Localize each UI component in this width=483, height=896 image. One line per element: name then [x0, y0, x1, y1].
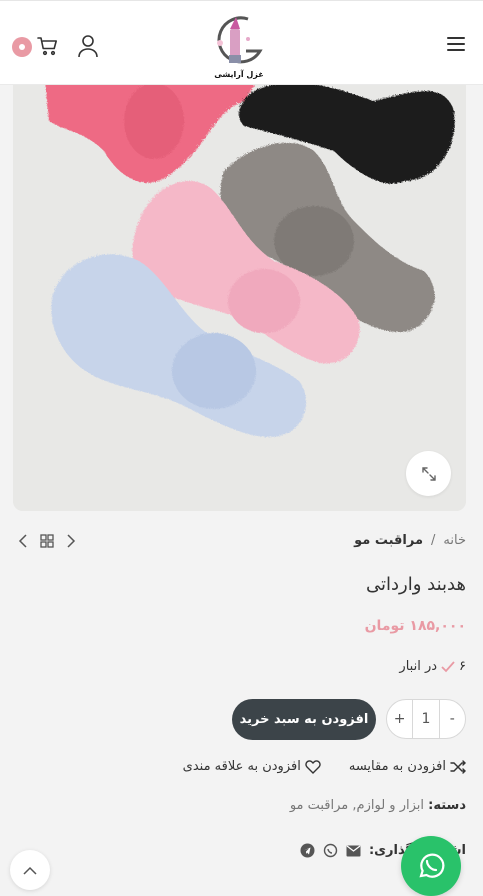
breadcrumb-current[interactable]: مراقبت مو [354, 533, 423, 548]
product-image[interactable] [13, 70, 466, 511]
check-icon [441, 660, 455, 672]
svg-text:غزل آرایشی: غزل آرایشی [214, 69, 264, 79]
breadcrumb-home[interactable]: خانه [443, 533, 466, 548]
heart-icon [305, 759, 321, 774]
product-actions: افزودن به مقایسه افزودن به علاقه مندی [183, 759, 466, 774]
add-to-cart-button[interactable]: افزودن به سبد خرید [232, 699, 376, 740]
zoom-image-button[interactable] [406, 451, 451, 496]
compare-label: افزودن به مقایسه [348, 759, 446, 774]
user-account-icon[interactable] [76, 33, 100, 59]
expand-icon [421, 466, 436, 481]
cart-count-badge[interactable] [12, 37, 32, 57]
site-header: غزل آرایشی [0, 0, 483, 85]
chevron-left-icon[interactable] [18, 534, 28, 548]
qty-minus-button[interactable]: - [440, 711, 465, 727]
email-icon[interactable] [346, 845, 361, 857]
categories-label: دسته: [428, 798, 466, 813]
whatsapp-chat-button[interactable] [401, 836, 461, 896]
stock-count: ۶ [459, 659, 466, 674]
shuffle-icon [450, 759, 466, 774]
chevron-right-icon[interactable] [66, 534, 76, 548]
breadcrumb-separator: / [431, 533, 436, 548]
wishlist-label: افزودن به علاقه مندی [182, 759, 301, 774]
stock-label: در انبار [399, 659, 438, 674]
stock-status: ۶ در انبار [399, 659, 466, 674]
whatsapp-share-icon[interactable] [323, 843, 338, 858]
whatsapp-icon [419, 853, 445, 878]
product-price: ۱۸۵,۰۰۰ تومان [364, 618, 466, 634]
grid-icon[interactable] [40, 534, 54, 548]
product-navigation [18, 534, 76, 548]
cart-icon[interactable] [36, 34, 60, 58]
quantity-stepper: + 1 - [386, 699, 466, 739]
product-categories: دسته: ابزار و لوازم, مراقبت مو [290, 798, 466, 813]
product-title: هدبند وارداتی [366, 574, 466, 595]
chevron-up-icon [23, 866, 37, 875]
site-logo[interactable]: غزل آرایشی [208, 9, 270, 81]
telegram-icon[interactable] [300, 843, 315, 858]
qty-plus-button[interactable]: + [387, 711, 412, 727]
breadcrumb: خانه / مراقبت مو [354, 533, 466, 548]
categories-value[interactable]: ابزار و لوازم, مراقبت مو [290, 798, 424, 813]
wishlist-button[interactable]: افزودن به علاقه مندی [183, 759, 321, 774]
qty-input[interactable]: 1 [412, 700, 440, 738]
scroll-to-top-button[interactable] [10, 850, 50, 890]
compare-button[interactable]: افزودن به مقایسه [349, 759, 466, 774]
hamburger-menu-icon[interactable] [447, 37, 465, 51]
